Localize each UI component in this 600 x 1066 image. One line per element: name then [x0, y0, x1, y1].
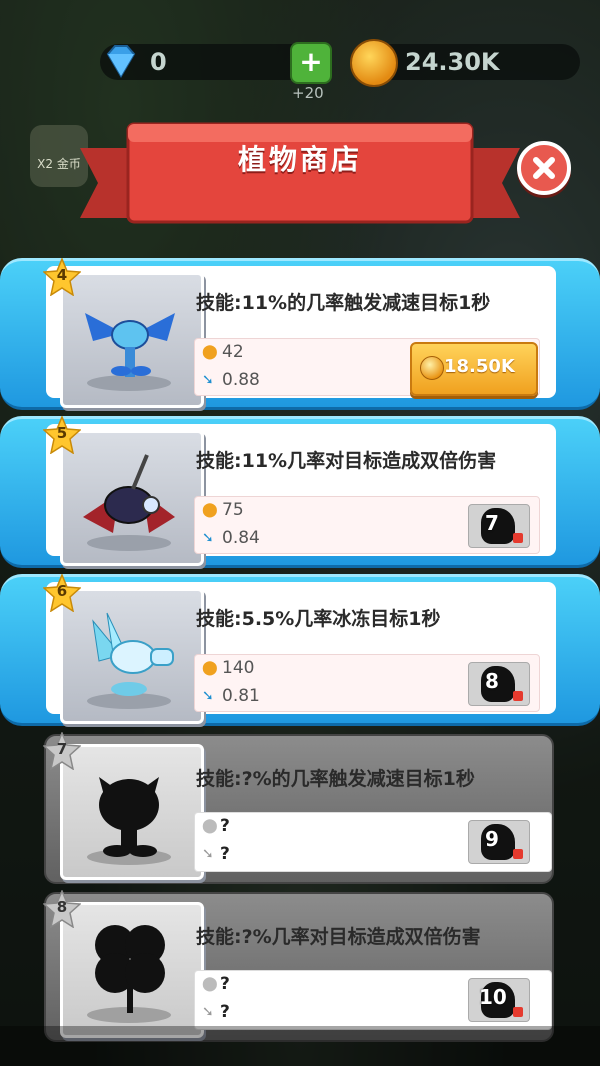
attack-icon: ⬤ [202, 818, 218, 834]
plant-portrait [60, 430, 204, 566]
attack-icon: ⬤ [202, 976, 218, 992]
shop-item-level-4: 技能:11%的几率触发减速目标1秒 ⬤ 42 ➘ 0.88 18.50K [0, 258, 600, 410]
coin-icon [420, 356, 444, 380]
attack-icon: ⬤ [202, 660, 218, 676]
attack-icon: ⬤ [202, 502, 218, 518]
speed-arrow-icon: ➘ [202, 688, 214, 704]
silhouette-plant-icon [87, 777, 171, 865]
speed-value: ? [220, 1002, 230, 1022]
level-number: 6 [56, 582, 68, 600]
close-button[interactable] [517, 141, 571, 195]
lock-icon [513, 691, 523, 701]
coin-icon [350, 39, 398, 87]
price-label: 18.50K [444, 356, 515, 377]
speed-arrow-icon: ➘ [202, 530, 214, 546]
close-icon [533, 157, 555, 179]
unlock-level: 10 [479, 985, 507, 1009]
attack-value: ? [220, 816, 230, 836]
level-star-badge: 8 [42, 889, 82, 929]
gem-reward-text: +20 [292, 84, 324, 102]
plant-portrait [60, 744, 204, 880]
ice-dragon-plant-icon [85, 313, 175, 391]
plant-portrait [60, 902, 204, 1038]
unlock-requirement[interactable]: 9 [468, 820, 530, 864]
shop-item-level-8: 技能:?%几率对目标造成双倍伤害 ⬤ ? ➘ ? 10 [0, 892, 600, 1042]
unlock-requirement[interactable]: 7 [468, 504, 530, 548]
level-star-badge: 7 [42, 731, 82, 771]
lock-icon [513, 533, 523, 543]
attack-value: 140 [222, 658, 255, 678]
shop-item-level-7: 技能:?%的几率触发减速目标1秒 ⬤ ? ➘ ? 9 [0, 734, 600, 884]
level-star-badge: 4 [42, 257, 82, 297]
speed-arrow-icon: ➘ [202, 372, 214, 388]
skill-description: 技能:11%的几率触发减速目标1秒 [196, 292, 491, 314]
unlock-level: 7 [485, 511, 499, 535]
attack-icon: ⬤ [202, 344, 218, 360]
speed-value: ? [220, 844, 230, 864]
buy-button[interactable]: 18.50K [410, 342, 538, 396]
dark-bat-plant-icon [83, 454, 175, 551]
skill-description: 技能:?%的几率触发减速目标1秒 [196, 768, 475, 790]
title-ribbon [80, 122, 520, 224]
unlock-level: 8 [485, 669, 499, 693]
silhouette-clover-icon [87, 925, 171, 1023]
attack-value: 42 [222, 342, 244, 362]
speed-value: 0.81 [222, 686, 260, 706]
bottom-game-bar [0, 1026, 600, 1066]
speed-value: 0.84 [222, 528, 260, 548]
level-number: 8 [56, 898, 68, 916]
shop-item-level-5: 技能:11%几率对目标造成双倍伤害 ⬤ 75 ➘ 0.84 7 [0, 416, 600, 568]
skill-description: 技能:?%几率对目标造成双倍伤害 [196, 926, 481, 948]
shop-item-level-6: 技能:5.5%几率冰冻目标1秒 ⬤ 140 ➘ 0.81 8 [0, 574, 600, 726]
gem-count: 0 [150, 48, 167, 76]
attack-value: ? [220, 974, 230, 994]
level-number: 5 [56, 424, 68, 442]
add-gems-button[interactable]: + [290, 42, 332, 84]
level-star-badge: 5 [42, 415, 82, 455]
unlock-requirement[interactable]: 8 [468, 662, 530, 706]
lock-icon [513, 1007, 523, 1017]
ice-crystal-peashooter-icon [87, 612, 174, 709]
level-star-badge: 6 [42, 573, 82, 613]
unlock-requirement[interactable]: 10 [468, 978, 530, 1022]
unlock-level: 9 [485, 827, 499, 851]
skill-description: 技能:5.5%几率冰冻目标1秒 [196, 608, 441, 630]
shop-title: 植物商店 [237, 143, 362, 176]
lock-icon [513, 849, 523, 859]
diamond-icon [106, 45, 136, 78]
level-number: 7 [56, 740, 68, 758]
level-number: 4 [56, 266, 68, 284]
speed-arrow-icon: ➘ [202, 1004, 214, 1020]
skill-description: 技能:11%几率对目标造成双倍伤害 [196, 450, 497, 472]
speed-arrow-icon: ➘ [202, 846, 214, 862]
attack-value: 75 [222, 500, 244, 520]
plant-portrait [60, 588, 204, 724]
speed-value: 0.88 [222, 370, 260, 390]
coin-count: 24.30K [405, 48, 500, 76]
